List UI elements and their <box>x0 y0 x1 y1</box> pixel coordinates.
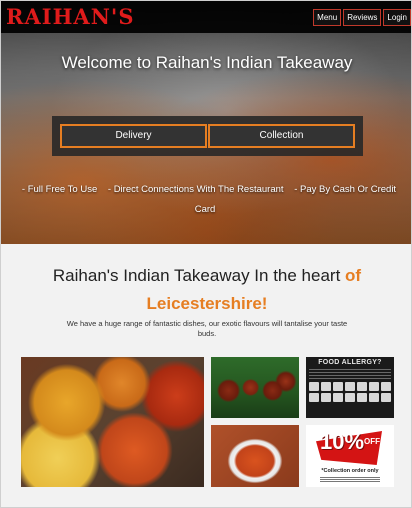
top-navbar: RAIHAN'S Menu Reviews Login <box>1 1 411 33</box>
hero-section: RAIHAN'S Menu Reviews Login Welcome to R… <box>1 1 411 244</box>
features-list: - Full Free To Use - Direct Connections … <box>17 180 397 220</box>
allergen-icon <box>357 382 367 391</box>
about-heading-text: Raihan's Indian Takeaway In the heart <box>52 266 346 285</box>
discount-fine-print <box>320 477 380 482</box>
allergen-icon <box>309 393 319 402</box>
allergen-icon <box>321 382 331 391</box>
page: RAIHAN'S Menu Reviews Login Welcome to R… <box>0 0 412 508</box>
allergen-icons <box>309 382 391 402</box>
nav-reviews-link[interactable]: Reviews <box>343 9 382 26</box>
allergen-icon <box>345 382 355 391</box>
allergen-icon <box>309 382 319 391</box>
collection-button[interactable]: Collection <box>208 124 355 148</box>
tandoori-chicken-image <box>211 357 299 418</box>
discount-off-label: OFF <box>364 437 380 446</box>
allergen-icon <box>333 393 343 402</box>
food-allergy-notice-image: FOOD ALLERGY? <box>306 357 394 418</box>
nav-menu: Menu Reviews Login <box>313 9 411 26</box>
delivery-button[interactable]: Delivery <box>60 124 207 148</box>
allergen-icon <box>321 393 331 402</box>
food-dishes-image <box>21 357 204 487</box>
curry-dish-image <box>211 425 299 487</box>
allergen-icon <box>369 393 379 402</box>
site-logo[interactable]: RAIHAN'S <box>6 6 135 28</box>
about-section: Raihan's Indian Takeaway In the heart of… <box>1 244 411 507</box>
allergy-title: FOOD ALLERGY? <box>318 359 382 366</box>
allergen-icon <box>369 382 379 391</box>
allergen-icon <box>333 382 343 391</box>
nav-menu-link[interactable]: Menu <box>313 9 342 26</box>
discount-note: *Collection order only <box>321 468 379 474</box>
feature-free: - Full Free To Use <box>21 184 98 195</box>
discount-value: 10% <box>320 429 365 454</box>
feature-direct-connection: - Direct Connections With The Restaurant <box>107 184 284 195</box>
discount-offer-image: 10% OFF *Collection order only <box>306 425 394 487</box>
allergen-icon <box>381 393 391 402</box>
allergy-fine-print <box>309 369 391 379</box>
allergen-icon <box>381 382 391 391</box>
nav-login-link[interactable]: Login <box>383 9 411 26</box>
order-type-selector: Delivery Collection <box>52 116 363 156</box>
about-heading: Raihan's Indian Takeaway In the heart of… <box>1 262 411 318</box>
allergen-icon <box>357 393 367 402</box>
welcome-heading: Welcome to Raihan's Indian Takeaway <box>61 53 353 72</box>
allergen-icon <box>345 393 355 402</box>
about-description: We have a huge range of fantastic dishes… <box>66 319 348 338</box>
